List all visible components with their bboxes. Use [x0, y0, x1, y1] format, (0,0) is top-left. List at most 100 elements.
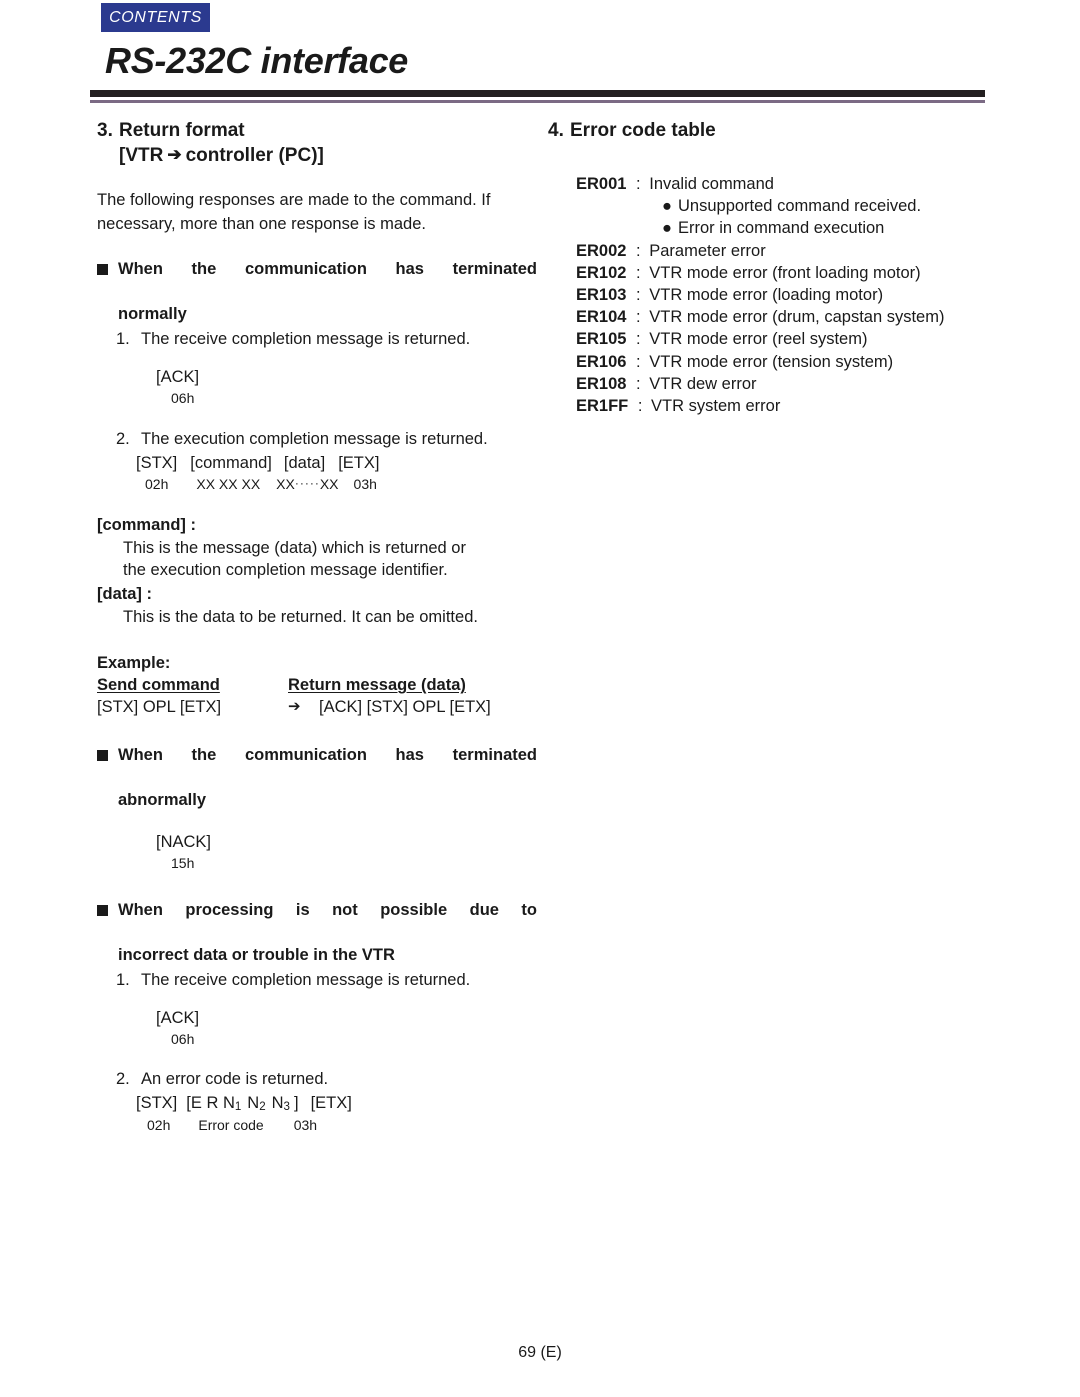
err-fmt-sub1: 1 [234, 1101, 242, 1114]
err-fmt-n3: N [271, 1094, 284, 1113]
processing-error-heading-line1: When processing is not possible due to [118, 900, 537, 919]
error-code-er102: ER102 [576, 263, 627, 282]
page-number: 69 (E) [518, 1344, 562, 1361]
contents-tab[interactable]: CONTENTS [101, 3, 210, 32]
err-fmt-n2: N [247, 1094, 260, 1113]
error-row-er002: ER002 : Parameter error [576, 240, 1018, 262]
hex-command: XX XX XX [196, 476, 261, 493]
right-column: 4. Error code table ER001 : Invalid comma… [548, 118, 1018, 417]
page-footer: 69 (E) [0, 1344, 1080, 1362]
header-divider-thin [90, 100, 985, 103]
err-hex-stx: 02h [147, 1117, 171, 1134]
example-header-row: Send command Return message (data) [97, 675, 537, 697]
normal-termination-heading: When the communication has terminated no… [97, 258, 537, 325]
error-code-er106: ER106 [576, 352, 627, 371]
error-bullet-1: ● Unsupported command received. [576, 195, 1018, 217]
error-sep-er104: : [636, 308, 641, 327]
error-format-row: [STX] [E R N1 N2 N3] [ETX] [136, 1093, 537, 1115]
example-col2-header-cell: Return message (data) [288, 675, 537, 697]
error-row-er102: ER102 : VTR mode error (front loading mo… [576, 262, 1018, 284]
example-col2-value-cell: [ACK] [STX] OPL [ETX] [319, 697, 537, 719]
section-3-heading: 3. Return format [VTR ➔ controller (PC)] [97, 118, 537, 168]
square-bullet-icon [97, 264, 108, 275]
section-3-title: Return format [119, 120, 245, 141]
normal-step-1-text: The receive completion message is return… [141, 330, 471, 349]
error-desc-er102: VTR mode error (front loading motor) [649, 263, 921, 282]
error-sep-er105: : [636, 330, 641, 349]
error-desc-er106: VTR mode error (tension system) [649, 352, 894, 371]
error-row-er106: ER106 : VTR mode error (tension system) [576, 351, 1018, 373]
normal-ack-block: [ACK] 06h [97, 367, 537, 407]
hex-data-ellipsis: ····· [294, 476, 320, 491]
error-row-er103: ER103 : VTR mode error (loading motor) [576, 284, 1018, 306]
err-hex-label: Error code [198, 1117, 264, 1134]
definition-command-body-2: the execution completion message identif… [123, 561, 448, 580]
abnormal-nack-label: [NACK] [156, 833, 212, 852]
fmt-command: [command] [190, 453, 272, 472]
round-bullet-icon: ● [662, 197, 672, 216]
execution-hex-row: 02h XX XX XX XX·····XX 03h [136, 474, 537, 495]
error-row-er104: ER104 : VTR mode error (drum, capstan sy… [576, 306, 1018, 328]
error-row-er105: ER105 : VTR mode error (reel system) [576, 328, 1018, 350]
error-row-er1ff: ER1FF : VTR system error [576, 395, 1018, 417]
error-step-1-text: The receive completion message is return… [141, 971, 471, 990]
hex-stx: 02h [145, 476, 169, 493]
error-code-er108: ER108 [576, 374, 627, 393]
processing-error-heading-line2: incorrect data or trouble in the VTR [118, 945, 395, 964]
section-3-subtitle-prefix: [VTR [119, 145, 164, 167]
error-step-2: 2. An error code is returned. [97, 1068, 537, 1091]
normal-ack-label: [ACK] [156, 368, 200, 387]
contents-tab-label: CONTENTS [109, 8, 202, 26]
header-divider-thick [90, 90, 985, 97]
example-col1-header-cell: Send command [97, 675, 288, 697]
hex-data-right: XX [319, 476, 339, 493]
header-divider [90, 90, 985, 103]
page-title: RS-232C interface [105, 40, 409, 81]
definition-command-body-1: This is the message (data) which is retu… [123, 538, 466, 557]
hex-data-left: XX [276, 476, 295, 493]
err-fmt-etx: [ETX] [310, 1094, 352, 1113]
abnormal-termination-heading-line2: abnormally [118, 791, 207, 810]
error-step-1: 1. The receive completion message is retu… [97, 969, 537, 992]
error-desc-er105: VTR mode error (reel system) [649, 330, 868, 349]
error-desc-er104: VTR mode error (drum, capstan system) [649, 308, 945, 327]
error-row-er108: ER108 : VTR dew error [576, 373, 1018, 395]
error-desc-er103: VTR mode error (loading motor) [649, 286, 884, 305]
error-sep-er103: : [636, 286, 641, 305]
error-sep-er1ff: : [637, 396, 643, 415]
error-step-1-number: 1. [116, 971, 130, 990]
section-4-number: 4. [548, 120, 564, 141]
processing-error-heading: When processing is not possible due to i… [97, 899, 537, 966]
example-section: Example: Send command Return message (da… [97, 653, 537, 719]
intro-paragraph: The following responses are made to the … [97, 191, 491, 233]
normal-ack-hex: 06h [171, 390, 195, 407]
normal-step-1-number: 1. [116, 330, 130, 349]
err-fmt-open: [E R N [186, 1094, 235, 1113]
error-desc-er002: Parameter error [649, 241, 766, 260]
error-step-2-number: 2. [116, 1070, 130, 1089]
error-ack-hex: 06h [171, 1030, 195, 1047]
error-code-er105: ER105 [576, 330, 627, 349]
example-col1-header: Send command [97, 676, 220, 695]
normal-termination-heading-line2: normally [118, 304, 187, 323]
definition-data-term: [data] : [97, 585, 152, 604]
section-3-subtitle: [VTR ➔ controller (PC)] [97, 143, 537, 168]
error-hex-row: 02h Error code 03h [136, 1115, 537, 1136]
error-code-format: [STX] [E R N1 N2 N3] [ETX] 02h Error code 03h [97, 1093, 537, 1136]
error-code-er002: ER002 [576, 241, 627, 260]
error-step-2-text: An error code is returned. [141, 1070, 329, 1089]
example-arrow-icon: ➔ [288, 698, 301, 716]
section-3-number: 3. [97, 120, 113, 141]
error-sep-er002: : [636, 241, 641, 260]
error-sep-er001: : [636, 175, 641, 194]
section-3-subtitle-suffix: controller (PC)] [185, 145, 324, 167]
error-row-er001: ER001 : Invalid command [576, 173, 1018, 195]
fmt-data: [data] [283, 453, 326, 472]
error-sep-er102: : [636, 263, 641, 282]
abnormal-nack-hex: 15h [171, 855, 195, 872]
normal-step-1: 1. The receive completion message is retu… [97, 328, 537, 351]
example-col2-header: Return message (data) [288, 676, 466, 695]
example-value-row: [STX] OPL [ETX] ➔ [ACK] [STX] OPL [ETX] [97, 697, 537, 719]
fmt-etx: [ETX] [338, 453, 380, 472]
error-bullet-1-text: Unsupported command received. [678, 197, 922, 216]
